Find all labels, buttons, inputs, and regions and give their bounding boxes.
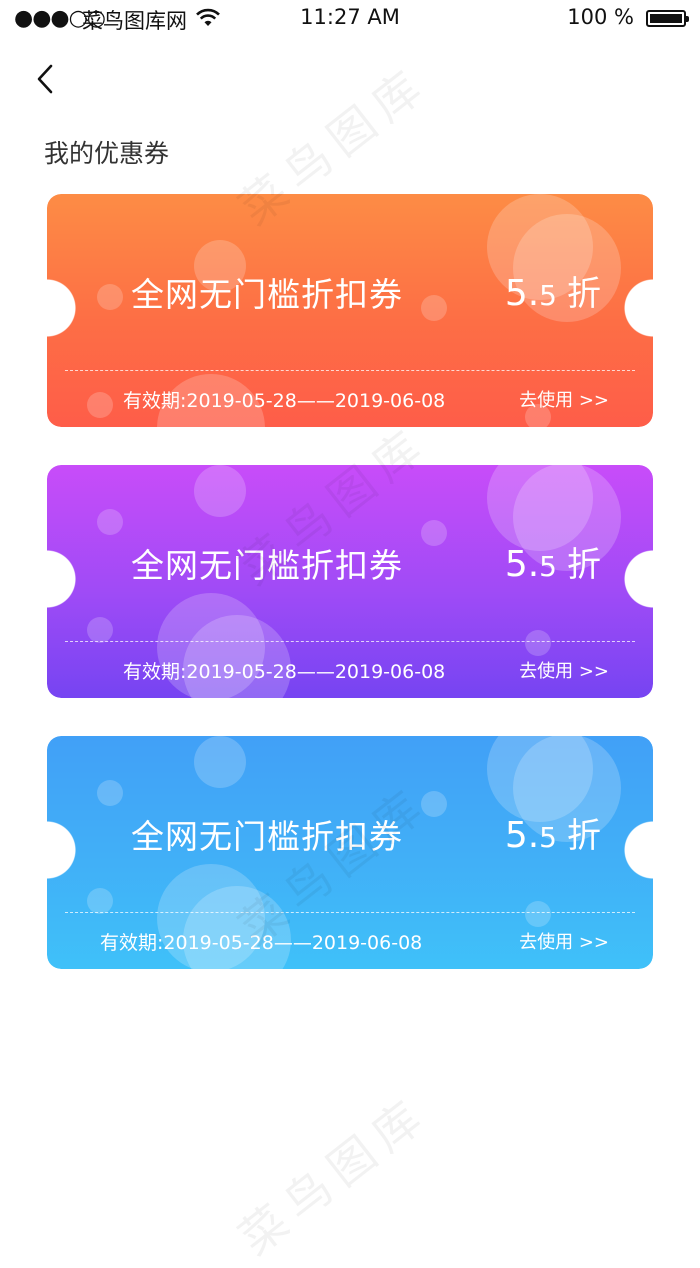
decor-bubble [97, 284, 123, 310]
battery-percentage: 100 % [567, 5, 634, 29]
discount-integer: 5. [504, 815, 540, 856]
coupon-validity: 有效期:2019-05-28——2019-06-08 [123, 661, 446, 683]
dashed-divider [65, 641, 635, 642]
discount-integer: 5. [504, 273, 540, 314]
dashed-divider [65, 370, 635, 371]
discount-unit: 折 [567, 545, 601, 585]
decor-bubble [97, 780, 123, 806]
coupon-discount: 5. 5 折 [505, 537, 601, 586]
coupon-name: 全网无门槛折扣券 [131, 817, 403, 856]
coupon-name: 全网无门槛折扣券 [131, 275, 403, 314]
decor-bubble [194, 736, 246, 788]
discount-decimal: 5 [539, 279, 557, 312]
decor-bubble [194, 465, 246, 517]
decor-bubble [97, 509, 123, 535]
decor-bubble [421, 520, 447, 546]
discount-decimal: 5 [539, 821, 557, 854]
coupon-discount: 5. 5 折 [505, 808, 601, 857]
dashed-divider [65, 912, 635, 913]
decor-bubble [525, 901, 551, 927]
use-coupon-button[interactable]: 去使用 >> [519, 386, 609, 412]
decor-bubble [421, 791, 447, 817]
coupon-validity: 有效期:2019-05-28——2019-06-08 [100, 932, 423, 954]
discount-decimal: 5 [539, 550, 557, 583]
coupon-card[interactable]: 全网无门槛折扣券 5. 5 折 有效期:2019-05-28——2019-06-… [47, 465, 653, 698]
battery-icon [646, 10, 689, 27]
discount-unit: 折 [567, 816, 601, 856]
watermark: 菜鸟图库 [228, 1085, 439, 1266]
page-title: 我的优惠券 [44, 139, 170, 168]
chevron-left-icon [37, 64, 53, 94]
coupon-discount: 5. 5 折 [505, 266, 601, 315]
coupon-card[interactable]: 全网无门槛折扣券 5. 5 折 有效期:2019-05-28——2019-06-… [47, 736, 653, 969]
coupon-card[interactable]: 全网无门槛折扣券 5. 5 折 有效期:2019-05-28——2019-06-… [47, 194, 653, 427]
decor-bubble [421, 295, 447, 321]
back-button[interactable] [30, 62, 64, 96]
decor-bubble [87, 617, 113, 643]
status-bar: ●●●○○ 菜鸟图库网 11:27 AM 100 % [0, 0, 700, 38]
coupon-validity: 有效期:2019-05-28——2019-06-08 [123, 390, 446, 412]
decor-bubble [525, 630, 551, 656]
coupon-name: 全网无门槛折扣券 [131, 546, 403, 585]
use-coupon-button[interactable]: 去使用 >> [519, 657, 609, 683]
decor-bubble [87, 392, 113, 418]
use-coupon-button[interactable]: 去使用 >> [519, 928, 609, 954]
discount-unit: 折 [567, 274, 601, 314]
discount-integer: 5. [504, 544, 540, 585]
decor-bubble [87, 888, 113, 914]
